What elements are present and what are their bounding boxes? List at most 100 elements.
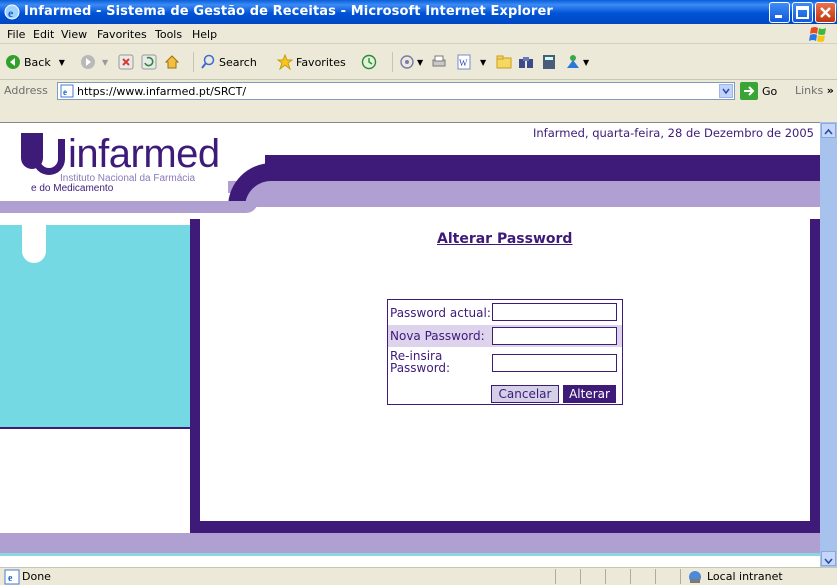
folder-icon	[496, 55, 512, 69]
page-icon: e	[60, 84, 74, 98]
minimize-button[interactable]	[769, 2, 790, 23]
reenter-password-label: Re-insira Password:	[390, 349, 451, 375]
history-button[interactable]	[361, 54, 377, 70]
binoculars-icon	[519, 57, 533, 68]
security-zone: Local intranet	[707, 570, 783, 583]
scroll-up-icon[interactable]	[821, 123, 836, 138]
svg-text:W: W	[459, 58, 468, 68]
scroll-down-icon[interactable]	[821, 551, 836, 566]
title-bar[interactable]: e Infarmed - Sistema de Gestão de Receit…	[0, 0, 837, 24]
back-button[interactable]: Back ▼	[5, 54, 65, 70]
people-dropdown-icon[interactable]: ▼	[583, 58, 589, 67]
favorites-button[interactable]: Favorites	[277, 54, 346, 70]
favorites-label: Favorites	[296, 55, 346, 69]
home-button[interactable]	[164, 54, 180, 70]
edit-dropdown-icon[interactable]: ▼	[480, 58, 486, 67]
minimize-icon	[775, 15, 782, 18]
print-button[interactable]	[431, 54, 447, 70]
new-password-label: Nova Password:	[390, 329, 485, 343]
window-title: Infarmed - Sistema de Gestão de Receitas…	[24, 4, 553, 19]
toolbar: Back ▼ ▼ Search Favorites ▼ W ▼ ▼	[0, 44, 837, 80]
back-arrow-icon	[6, 55, 20, 69]
maximize-button[interactable]	[792, 2, 813, 23]
go-label: Go	[762, 84, 778, 98]
date-text: Infarmed, quarta-feira, 28 de Dezembro d…	[533, 126, 814, 140]
research-button[interactable]	[518, 54, 534, 70]
menu-edit[interactable]: Edit	[33, 28, 54, 41]
reenter-password-input[interactable]	[492, 354, 617, 372]
links-label[interactable]: Links »	[795, 84, 834, 97]
status-separator	[680, 569, 681, 584]
page-done-icon: e	[4, 569, 20, 585]
left-notch	[22, 225, 46, 263]
refresh-button[interactable]	[141, 54, 157, 70]
browser-window: e Infarmed - Sistema de Gestão de Receit…	[0, 0, 837, 585]
stop-button[interactable]	[118, 54, 134, 70]
logo-underline	[0, 201, 258, 213]
windows-flag-icon	[809, 27, 826, 42]
mail-icon	[400, 55, 414, 69]
left-panel-divider	[0, 427, 190, 429]
submit-button[interactable]: Alterar	[563, 385, 616, 403]
vertical-scrollbar[interactable]	[820, 122, 837, 567]
people-icon	[567, 55, 579, 68]
status-bar: e Done Local intranet	[0, 567, 837, 585]
mail-button[interactable]: ▼	[392, 52, 423, 72]
messenger-people-button[interactable]: ▼	[565, 54, 589, 70]
page-content: Infarmed, quarta-feira, 28 de Dezembro d…	[0, 122, 820, 567]
page-title[interactable]: Alterar Password	[437, 231, 572, 247]
calculator-icon	[543, 55, 555, 69]
form-row-reenter: Re-insira Password:	[388, 349, 622, 383]
messenger-button[interactable]	[541, 54, 557, 70]
go-button[interactable]: Go	[740, 82, 777, 100]
address-input[interactable]: e https://www.infarmed.pt/SRCT/	[57, 82, 735, 100]
current-password-input[interactable]	[492, 303, 617, 321]
current-password-label: Password actual:	[390, 306, 491, 320]
header-band	[265, 155, 820, 181]
ie-logo-icon: e	[4, 4, 20, 20]
status-separator	[555, 569, 556, 584]
forward-arrow-icon	[81, 55, 95, 69]
menu-file[interactable]: File	[7, 28, 25, 41]
cancel-button[interactable]: Cancelar	[491, 385, 559, 403]
address-label: Address	[4, 84, 48, 97]
maximize-icon	[796, 6, 809, 19]
close-button[interactable]	[815, 2, 836, 23]
menu-bar: File Edit View Favorites Tools Help	[0, 24, 837, 44]
status-separator	[655, 569, 656, 584]
forward-dropdown-icon[interactable]: ▼	[102, 58, 108, 67]
status-separator	[580, 569, 581, 584]
discuss-button[interactable]	[496, 54, 512, 70]
logo-mark-arc	[33, 139, 65, 175]
menu-help[interactable]: Help	[192, 28, 217, 41]
search-button[interactable]: Search	[193, 52, 257, 72]
history-icon	[361, 54, 377, 70]
print-icon	[432, 55, 446, 67]
mail-dropdown-icon[interactable]: ▼	[417, 58, 423, 67]
favorites-star-icon	[277, 54, 293, 70]
svg-text:e: e	[8, 573, 13, 584]
edit-word-button[interactable]: W ▼	[456, 54, 486, 70]
close-icon	[820, 7, 831, 18]
status-text: Done	[22, 570, 51, 583]
menu-favorites[interactable]: Favorites	[97, 28, 147, 41]
refresh-icon	[141, 54, 157, 70]
footer-lavender-band	[0, 533, 820, 553]
stop-icon	[118, 54, 134, 70]
form-row-new: Nova Password:	[388, 325, 622, 347]
forward-button[interactable]: ▼	[80, 54, 108, 70]
word-document-icon: W	[457, 54, 471, 70]
search-label: Search	[219, 55, 257, 69]
address-dropdown-icon[interactable]	[719, 84, 733, 98]
home-icon	[164, 55, 180, 69]
search-icon	[201, 54, 215, 69]
back-label: Back	[24, 55, 51, 69]
back-dropdown-icon[interactable]: ▼	[59, 58, 65, 67]
footer-cyan-line	[0, 553, 820, 556]
svg-text:e: e	[8, 6, 14, 20]
logo-subtitle-2: e do Medicamento	[31, 183, 114, 194]
status-separator	[630, 569, 631, 584]
menu-view[interactable]: View	[61, 28, 87, 41]
new-password-input[interactable]	[492, 327, 617, 345]
menu-tools[interactable]: Tools	[155, 28, 182, 41]
